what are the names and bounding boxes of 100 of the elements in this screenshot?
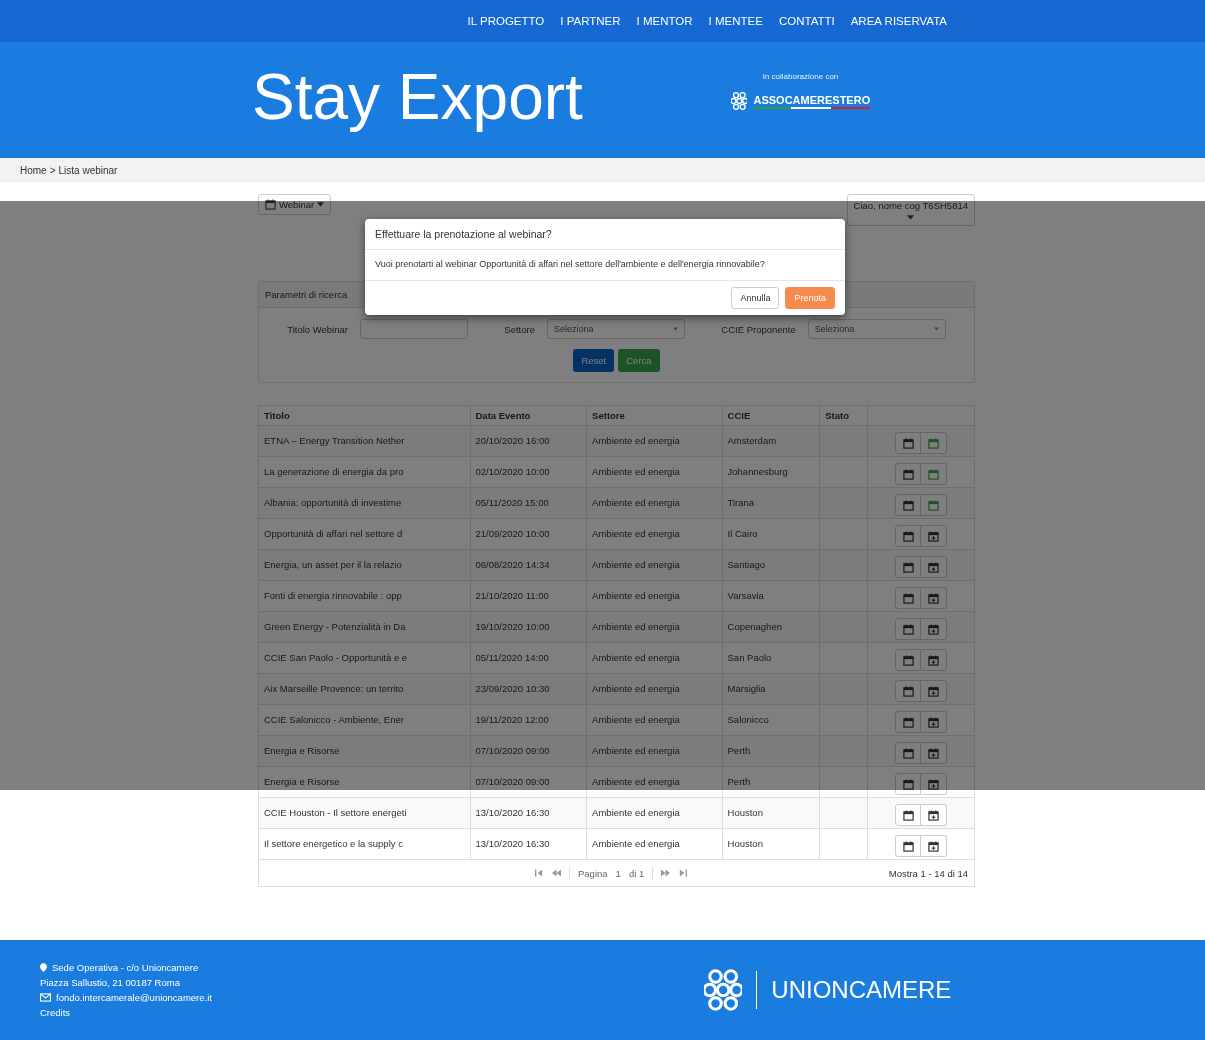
- table-cell: Ambiente ed energia: [586, 611, 723, 643]
- select-field[interactable]: Seleziona: [807, 319, 946, 339]
- table-cell: 13/10/2020 16:30: [470, 797, 587, 829]
- calendar-icon: [902, 499, 914, 511]
- page-label: Pagina: [578, 867, 608, 879]
- book-button[interactable]: [921, 773, 947, 795]
- table-cell: Houston: [722, 797, 820, 829]
- partner-caption: In collaborazione con: [762, 72, 839, 81]
- select-field[interactable]: Seleziona: [546, 319, 685, 339]
- caret-icon: [907, 215, 915, 220]
- table-cell: Copenaghen: [722, 611, 820, 643]
- table-cell: La generazione di energia da pro: [258, 456, 470, 488]
- calendar-plus-icon: [928, 561, 939, 573]
- field-label: CCIE Proponente: [721, 323, 796, 335]
- dialog-title: Effettuare la prenotazione al webinar?: [365, 219, 845, 250]
- calendar-plus-icon: [928, 685, 939, 697]
- caret-icon: [933, 327, 939, 331]
- table-cell: Ambiente ed energia: [586, 766, 723, 798]
- webinar-menu-button[interactable]: Webinar: [258, 194, 332, 215]
- dialog-message: Vuoi prenotarti al webinar Opportunità di affari nel settore dell'ambiente e dell'energia rinnovabile?: [374, 258, 766, 271]
- table-cell: Salonicco: [722, 704, 820, 736]
- table-cell: Johannesburg: [722, 456, 820, 488]
- column-header: Titolo: [258, 405, 470, 426]
- search-action-button[interactable]: Reset: [573, 349, 615, 372]
- partner-name: ASSOCAMERESTERO: [753, 93, 871, 109]
- table-cell: Il Cairo: [722, 518, 820, 550]
- table-cell: 05/11/2020 14:00: [470, 642, 587, 674]
- last-page-icon: [678, 869, 688, 877]
- calendar-button[interactable]: [895, 835, 921, 857]
- table-cell: 20/10/2020 16:00: [470, 425, 587, 457]
- nav-link[interactable]: IL PROGETTO: [467, 15, 545, 27]
- table-cell: 21/09/2020 10:00: [470, 518, 587, 550]
- table-cell: Ambiente ed energia: [586, 735, 723, 767]
- calendar-plus-icon: [928, 809, 939, 821]
- table-cell: ETNA – Energy Transition Nether: [258, 425, 470, 457]
- brand-name: UNIONCAMERE: [771, 976, 952, 1004]
- breadcrumb-current: Lista webinar: [58, 164, 118, 176]
- calendar-plus-icon: [928, 437, 939, 449]
- calendar-button[interactable]: [895, 804, 921, 826]
- column-header: CCIE: [722, 405, 820, 426]
- table-cell: 23/09/2020 10:30: [470, 673, 587, 705]
- table-cell: Santiago: [722, 549, 820, 581]
- calendar-plus-icon: [928, 747, 939, 759]
- calendar-button[interactable]: [895, 773, 921, 795]
- table-cell: Ambiente ed energia: [586, 549, 723, 581]
- table-cell: 13/10/2020 16:30: [470, 828, 587, 860]
- calendar-icon: [902, 654, 914, 666]
- table-cell: CCIE Houston - Il settore energeti: [258, 797, 470, 829]
- calendar-plus-icon: [928, 840, 939, 852]
- calendar-plus-icon: [928, 499, 939, 511]
- calendar-icon: [902, 778, 914, 790]
- credits-link[interactable]: Credits: [40, 1007, 704, 1018]
- dialog-button[interactable]: Annulla: [731, 286, 780, 309]
- table-cell: Green Energy - Potenzialità in Da: [258, 611, 470, 643]
- email-link[interactable]: fondo.intercamerale@unioncamere.it: [56, 992, 212, 1003]
- calendar-icon: [902, 623, 914, 635]
- table-cell: 19/11/2020 12:00: [470, 704, 587, 736]
- table-cell: Ambiente ed energia: [586, 580, 723, 612]
- table-cell: 21/10/2020 11:00: [470, 580, 587, 612]
- nav-link[interactable]: AREA RISERVATA: [850, 15, 947, 27]
- calendar-plus-icon: [928, 778, 939, 790]
- caret-icon: [317, 202, 325, 207]
- envelope-icon: [40, 993, 51, 1002]
- table-cell: San Paolo: [722, 642, 820, 674]
- swirl-logo-icon: [730, 91, 748, 111]
- page-number-field[interactable]: 1: [615, 867, 621, 879]
- table-cell: Opportunità di affari nel settore d: [258, 518, 470, 550]
- table-cell: Marsiglia: [722, 673, 820, 705]
- table-cell: 19/10/2020 10:00: [470, 611, 587, 643]
- book-button[interactable]: [921, 804, 947, 826]
- breadcrumb-link[interactable]: Home: [20, 164, 47, 176]
- table-cell: CCIE San Paolo - Opportunità e e: [258, 642, 470, 674]
- map-pin-icon: [40, 963, 47, 972]
- next-page-icon: [661, 869, 671, 877]
- calendar-plus-icon: [928, 468, 939, 480]
- table-cell: Aix Marseille Provence: un territo: [258, 673, 470, 705]
- calendar-icon: [902, 530, 914, 542]
- table-cell: Il settore energetico e la supply c: [258, 828, 470, 860]
- calendar-icon: [902, 437, 914, 449]
- text-field[interactable]: [359, 319, 468, 339]
- calendar-icon: [902, 809, 914, 821]
- table-cell: Ambiente ed energia: [586, 704, 723, 736]
- book-button[interactable]: [921, 835, 947, 857]
- calendar-icon: [902, 685, 914, 697]
- nav-link[interactable]: CONTATTI: [778, 15, 835, 27]
- table-cell: Ambiente ed energia: [586, 673, 723, 705]
- table-cell: Ambiente ed energia: [586, 487, 723, 519]
- table-cell: Houston: [722, 828, 820, 860]
- address-line: Sede Operativa - c/o Unioncamere: [52, 962, 199, 973]
- user-menu-button[interactable]: Ciao, nome cog T6SH5814: [846, 194, 975, 226]
- table-cell: Ambiente ed energia: [586, 425, 723, 457]
- table-cell: Albania: opportunità di investime: [258, 487, 470, 519]
- table-cell: Perth: [722, 766, 820, 798]
- table-cell: 02/10/2020 10:00: [470, 456, 587, 488]
- nav-link[interactable]: I PARTNER: [560, 15, 621, 27]
- table-cell: Ambiente ed energia: [586, 456, 723, 488]
- calendar-plus-icon: [928, 716, 939, 728]
- table-cell: Fonti di energia rinnovabile : opp: [258, 580, 470, 612]
- nav-link[interactable]: I MENTOR: [636, 15, 693, 27]
- nav-link[interactable]: I MENTEE: [708, 15, 763, 27]
